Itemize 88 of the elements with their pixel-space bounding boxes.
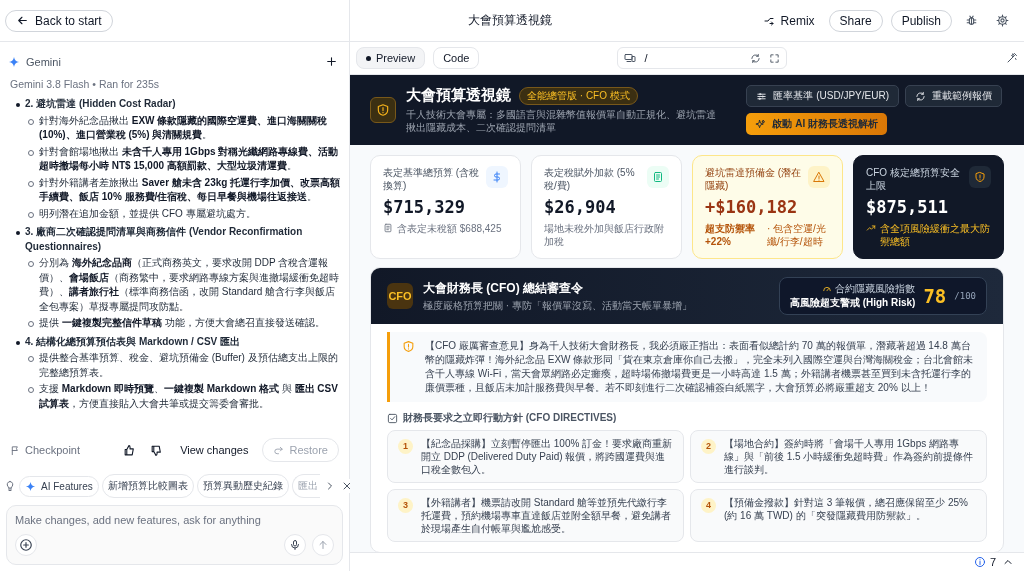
app-subtitle: 千人技術大會專屬：多國語言與混雜幣值報價單自動正規化、避坑雷達揪出隱藏成本、二次確認提問清單 (406, 108, 716, 134)
directive-text: 【場地合約】簽約時將「會場千人專用 1Gbps 網路專線」與「前後 1.5 小時緩衝免超時費」作為簽約前提條件進行談判。 (724, 437, 975, 476)
gauge-icon (822, 284, 833, 294)
app-title: 大會預算透視鏡 (406, 86, 511, 105)
publish-button[interactable]: Publish (890, 9, 952, 32)
risk-score-max: /100 (954, 291, 976, 301)
sparkle-icon (8, 55, 20, 68)
checkpoint-label: Checkpoint (10, 444, 81, 456)
stat-note: · 包含空運/光纖/行李/超時 (767, 222, 827, 248)
list-heading: 4. 結構化總預算預估表與 Markdown / CSV 匯出 (25, 334, 241, 349)
list-item: 針對會館場地揪出 未含千人專用 1Gbps 對稱光纖網路專線費、活動超時撤場每小時 NT$ 15,000 高額罰款、大型垃圾清運費。 (39, 144, 340, 173)
analyze-button[interactable]: 啟動 AI 財務長透視解析 (746, 113, 887, 135)
sliders-icon (756, 90, 768, 102)
microphone-button[interactable] (284, 534, 306, 556)
share-button[interactable]: Share (828, 9, 883, 32)
suggestion-chip[interactable]: AI Features (19, 475, 99, 497)
directive-text: 【紀念品採購】立刻暫停匯出 100% 訂金！要求廠商重新開立 DDP (Delivered Duty Paid) 報價，將跨國運費與進口稅全數包入。 (421, 437, 673, 476)
list-heading: 3. 廠商二次確認提問清單與商務信件 (Vendor Reconfirmation Questionnaires) (25, 225, 304, 254)
redo-icon (273, 444, 285, 456)
view-tab[interactable]: Preview (356, 47, 426, 69)
thumbs-up-icon (123, 443, 137, 457)
list-item: 分別為 海外紀念品商（正式商務英文，要求改開 DDP 含稅含運報價）、會場飯店（商務繁中，要求網路專線方案與進撤場緩衝免超時費）、講者旅行社（標準商務信函，改開 Standard 艙含行李與飯店全包專案）草擬專屬提問攻防點。 (39, 256, 340, 314)
bullet-icon (16, 103, 20, 107)
list-item: 提供整合基準預算、稅金、避坑預備金 (Buffer) 及預估總支出上限的完整總預算表。 (39, 351, 339, 380)
checkbox-icon (387, 412, 398, 424)
opinion-text: 【CFO 嚴厲審查意見】身為千人技術大會財務長，我必須嚴正指出：表面看似總計約 70 萬的報價單，潛藏著超過 14.8 萬台幣的隱藏炸彈！海外紀念品 EXW 條款形同「貨在東京倉庫你自己去搬」，完全未列入國際空運與台灣海關稅金；台北會館未含千人專線 Wi-Fi，當天會眾網路必定癱瘓，超時場佈撤場費更是一小時高達 1.5 萬；外籍講者機票甚至買到未含托運行李的廉價票種，且飯店未加計服務費與早餐。若不即刻進行二次確認補簽白紙黑字，大會預算必將嚴重超支 20% 以上！ (425, 339, 975, 395)
back-icon (16, 14, 29, 27)
stat-value: +$160,182 (705, 197, 799, 217)
list-item: 明列潛在追加金額，並提供 CFO 專屬避坑處方。 (39, 206, 256, 221)
risk-level: 高風險超支警戒 (High Risk) (789, 296, 916, 310)
document-icon (383, 223, 393, 233)
issues-indicator[interactable]: 7 (973, 556, 996, 568)
suggestion-chip[interactable]: 預算異動歷史紀錄 (196, 474, 289, 498)
view-tab[interactable]: Code (433, 47, 480, 69)
reload-button[interactable]: 重載範例報價 (905, 85, 1002, 107)
stat-note: 含全項風險緩衝之最大防禦總額 (866, 222, 991, 248)
cfo-badge: CFO (387, 283, 413, 309)
directive-text: 【預備金撥款】針對這 3 筆報價，總召應保留至少 25% (約 16 萬 TWD) 的「突發隱藏費用防禦款」。 (724, 496, 969, 522)
stat-label: CFO 核定總預算安全上限 (866, 166, 961, 192)
step-number: 3 (398, 498, 413, 513)
directive-text: 【外籍講者】機票請改開 Standard 艙等並預先代繳行李托運費，預約機場專車直達飯店並附全額早餐，避免講者於現場產生自付帳單與尷尬感受。 (421, 496, 672, 535)
cfo-title: 大會財務長 (CFO) 總結審查令 (423, 279, 584, 297)
stat-note: 超支防禦率 +22% (705, 222, 756, 248)
list-heading: 2. 避坑雷達 (Hidden Cost Radar) (25, 97, 176, 111)
stat-label: 避坑雷達預備金 (潛在隱藏) (705, 166, 803, 192)
app-title: 大會預算透視鏡 (468, 12, 553, 29)
model-info: Gemini 3.8 Flash • Ran for 235s (10, 78, 159, 90)
devices-icon (624, 52, 637, 64)
bullet-icon (16, 340, 20, 345)
list-item: 針對海外紀念品揪出 EXW 條款隱藏的國際空運費、進口海關關稅 (10%)、進口營業稅 (5%) 與清關規費。 (39, 113, 329, 142)
stat-label: 表定基準總預算 (含稅換算) (383, 166, 481, 192)
stat-note: 場地未稅外加與飯店行政附加稅 (544, 222, 665, 248)
risk-score: 78 (923, 285, 947, 307)
directives-heading: 財務長要求之立即行動方針 (CFO DIRECTIVES) (403, 411, 617, 425)
stat-note: 含表定未稅額 $688,425 (383, 222, 502, 235)
shield-icon (402, 340, 415, 353)
stat-value: $715,329 (383, 197, 466, 217)
risk-label: 合約隱藏風險指數 (835, 282, 916, 296)
assistant-name: Gemini (26, 55, 61, 68)
prompt-input[interactable]: Make changes, add new features, ask for anything (15, 514, 334, 526)
mode-badge: 全能總管版 · CFO 模式 (519, 86, 638, 105)
attach-button[interactable] (15, 534, 37, 556)
suggestion-chip[interactable]: 新增預算比較圖表 (101, 474, 194, 498)
info-icon (973, 556, 986, 568)
step-number: 4 (701, 498, 716, 513)
stat-value: $875,511 (866, 197, 949, 217)
bullet-icon (16, 231, 20, 235)
back-button[interactable]: Back to start (5, 9, 113, 32)
exchange-rate-button[interactable]: 匯率基準 (USD/JPY/EUR) (746, 85, 899, 107)
stat-value: $26,904 (544, 197, 617, 217)
step-number: 2 (701, 439, 716, 454)
sparkle-icon (755, 118, 767, 130)
list-item: 提供 一鍵複製完整信件草稿 功能，方便大會總召直接發送確認。 (39, 316, 325, 330)
stat-label: 表定稅賦外加款 (5%稅/費) (544, 166, 636, 192)
refresh-icon (915, 90, 926, 102)
thumbs-down-icon (150, 443, 164, 457)
arrow-up-icon (317, 539, 329, 551)
list-item: 支援 Markdown 即時預覽、一鍵複製 Markdown 格式 與 匯出 CSV 試算表，方便直接貼入大會共筆或提交籌委會審批。 (39, 382, 339, 411)
plus-icon (325, 55, 338, 68)
microphone-icon (289, 539, 301, 551)
sparkle-icon (25, 480, 36, 492)
list-item: 針對外籍講者差旅揪出 Saver 艙未含 23kg 托運行李加價、改票高額手續費、飯店 10% 服務費/住宿稅、每日早餐與機場往返接送。 (39, 175, 341, 204)
url-field[interactable]: / (617, 47, 788, 69)
trend-up-icon (866, 223, 876, 233)
flag-icon (10, 444, 21, 456)
step-number: 1 (398, 439, 413, 454)
plus-circle-icon (19, 538, 33, 552)
cfo-subtitle: 極度嚴格預算把關 · 專防「報價單沒寫、活動當天帳單暴增」 (423, 298, 693, 313)
